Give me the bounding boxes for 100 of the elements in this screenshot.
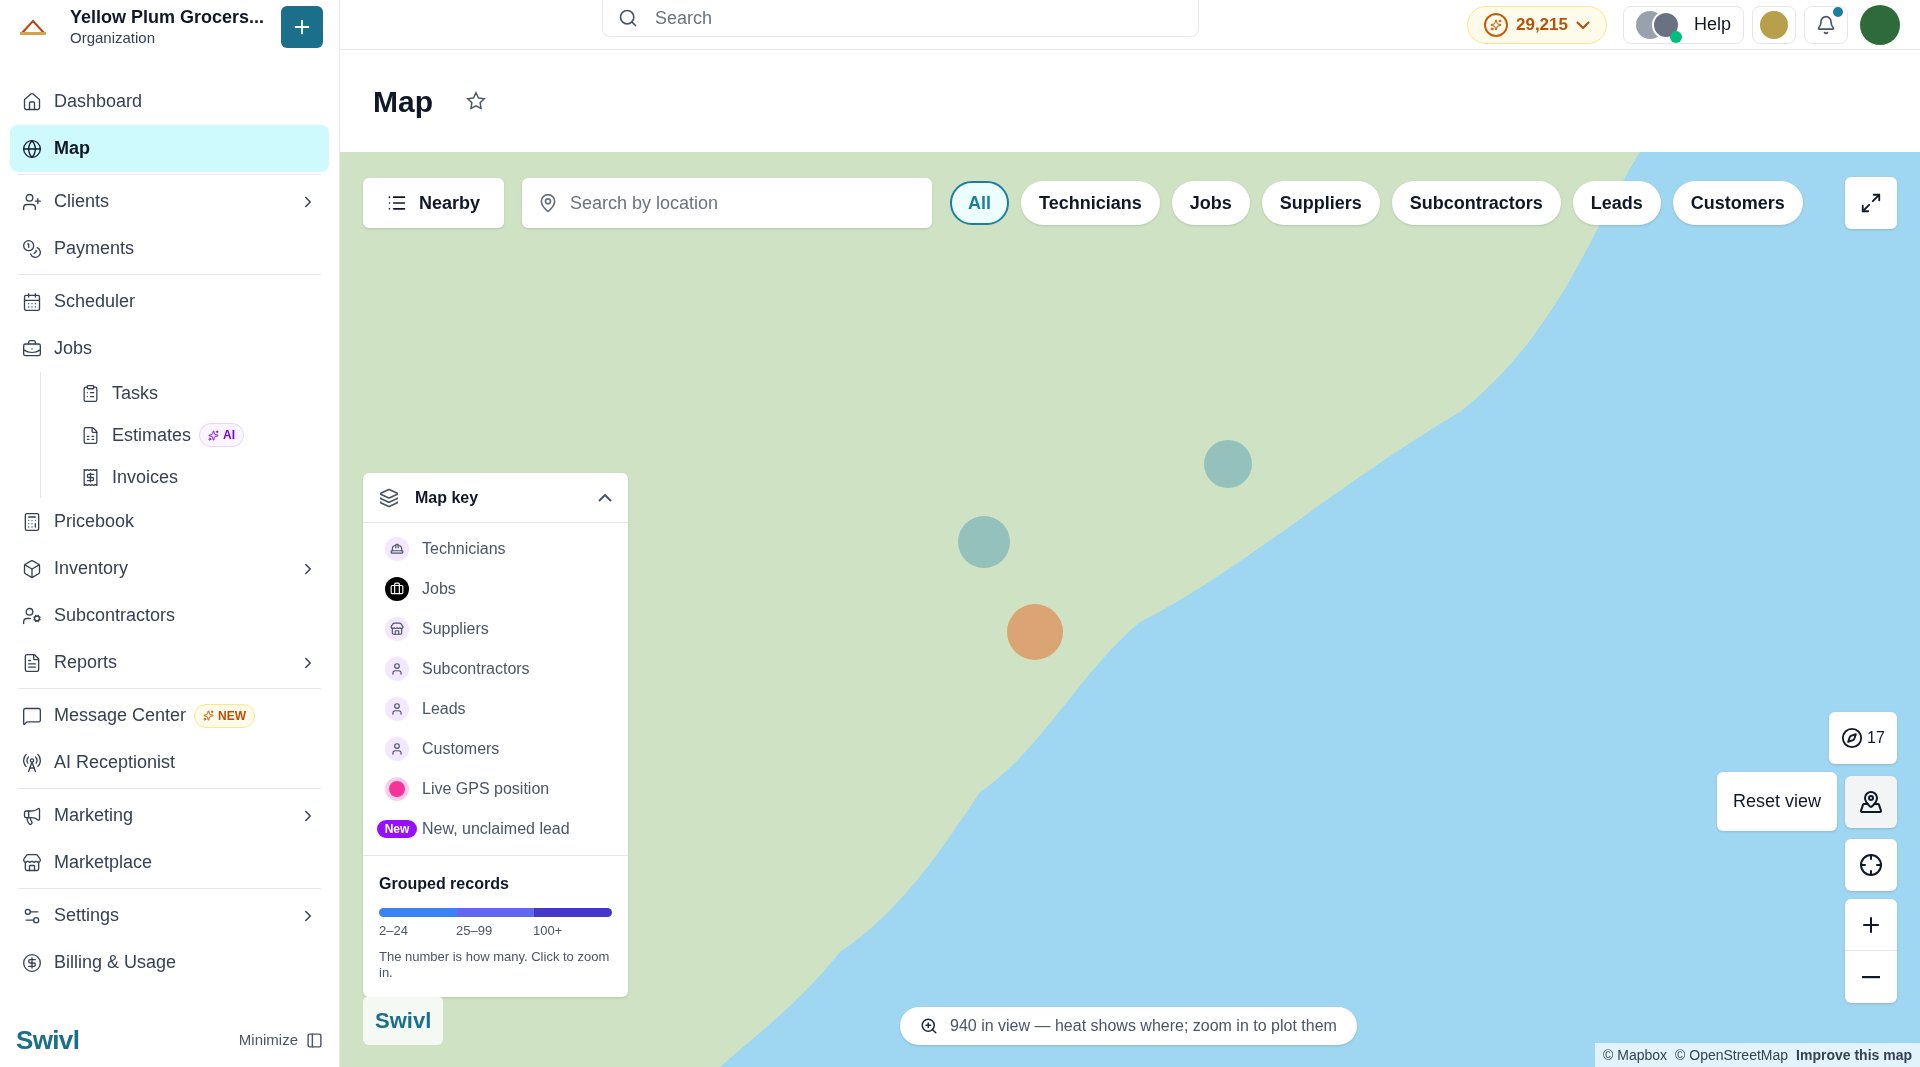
profile-avatar[interactable] xyxy=(1860,4,1900,45)
sidebar-item[interactable]: Inventory xyxy=(10,545,329,592)
bell-icon xyxy=(1816,14,1836,35)
globe-icon xyxy=(22,138,42,159)
store-icon xyxy=(22,852,42,873)
legend-label: Jobs xyxy=(422,579,456,599)
briefcase-icon xyxy=(22,338,42,359)
legend-label: Live GPS position xyxy=(422,779,550,799)
range-label: 100+ xyxy=(533,922,564,940)
filter-chip[interactable]: Leads xyxy=(1572,181,1661,225)
legend-label: Customers xyxy=(422,739,500,759)
megaphone-icon xyxy=(22,805,42,826)
attribution-link[interactable]: © Mapbox xyxy=(1603,1044,1668,1066)
legend-label: Leads xyxy=(422,699,466,719)
sidebar-item[interactable]: AI Receptionist xyxy=(10,739,329,786)
legend-note: The number is how many. Click to zoom in. xyxy=(379,948,611,981)
clipboard-icon xyxy=(81,383,100,403)
legend-label: Technicians xyxy=(422,539,506,559)
sidebar-item[interactable]: Settings xyxy=(10,892,329,939)
crosshair-icon xyxy=(1859,853,1883,877)
calculator-icon xyxy=(22,511,42,532)
filter-chip[interactable]: Technicians xyxy=(1021,181,1160,225)
dollar-icon xyxy=(22,952,42,973)
status-text: 940 in view — heat shows where; zoom in to plot them xyxy=(950,1016,1337,1036)
coins-icon xyxy=(22,238,42,259)
sidebar-item[interactable]: Billing & Usage xyxy=(10,939,329,986)
briefcase-icon xyxy=(385,577,409,601)
brand-logo: Swivl xyxy=(16,1023,80,1057)
sidebar-item[interactable]: Tasks xyxy=(69,372,329,414)
notifications-button[interactable] xyxy=(1804,5,1848,44)
sidebar-item[interactable]: Invoices xyxy=(69,456,329,498)
sidebar-item[interactable]: Estimates AI xyxy=(69,414,329,456)
location-search-field[interactable]: Search by location xyxy=(522,178,933,228)
minus-icon xyxy=(1862,975,1880,979)
person-pin-icon xyxy=(1859,789,1883,814)
sidebar-item[interactable]: Reports xyxy=(10,639,329,686)
sidebar-item[interactable]: Pricebook xyxy=(10,498,329,545)
sidebar-item[interactable]: Payments xyxy=(10,225,329,272)
legend-label: New, unclaimed lead xyxy=(422,819,570,839)
sidebar-item[interactable]: Message Center NEW xyxy=(10,692,329,739)
nearby-button[interactable]: Nearby xyxy=(363,178,505,228)
legend-label: Suppliers xyxy=(422,619,489,639)
hard-hat-icon xyxy=(385,537,409,561)
brand-logo: Swivl xyxy=(363,996,444,1045)
panel-icon xyxy=(306,1031,323,1049)
person-icon xyxy=(385,657,409,681)
attribution-link[interactable]: © OpenStreetMap xyxy=(1675,1044,1789,1066)
credits-button[interactable]: 29,215 xyxy=(1466,5,1607,44)
sidebar-item[interactable]: Marketplace xyxy=(10,839,329,886)
add-button[interactable] xyxy=(281,6,323,48)
person-icon xyxy=(385,697,409,721)
calendar-icon xyxy=(22,291,42,312)
minimize-button[interactable]: Minimize xyxy=(238,1028,323,1052)
sidebar-item[interactable]: Map xyxy=(10,125,329,172)
sidebar-item[interactable]: Clients xyxy=(10,178,329,225)
locate-person-button[interactable] xyxy=(1845,775,1897,828)
chevron-up-icon xyxy=(598,493,612,502)
layers-icon xyxy=(379,487,399,508)
compass-icon xyxy=(1841,727,1864,749)
new-badge: New xyxy=(376,820,418,838)
store-icon xyxy=(385,617,409,641)
filter-chip[interactable]: Customers xyxy=(1672,181,1803,225)
coin-icon xyxy=(1483,12,1508,37)
receipt-icon xyxy=(81,467,100,487)
page-title: Map xyxy=(373,83,433,120)
sidebar-item[interactable]: Subcontractors xyxy=(10,592,329,639)
sidebar-item[interactable]: Dashboard xyxy=(10,78,329,125)
fullscreen-button[interactable] xyxy=(1845,177,1897,229)
sidebar-item[interactable]: Scheduler xyxy=(10,278,329,325)
feature-badge: NEW xyxy=(194,703,256,728)
legend-title: Grouped records xyxy=(379,874,510,894)
zoom-icon xyxy=(920,1017,938,1035)
list-icon xyxy=(387,193,407,213)
chevron-down-icon xyxy=(1575,20,1590,29)
workspace-avatar[interactable] xyxy=(1752,5,1796,44)
improve-map-link[interactable]: Improve this map xyxy=(1796,1044,1912,1066)
filter-chip[interactable]: Suppliers xyxy=(1261,181,1380,225)
filter-chip[interactable]: Subcontractors xyxy=(1391,181,1561,225)
user-plus-icon xyxy=(22,191,42,212)
feature-badge: AI xyxy=(199,423,245,447)
favorite-star-icon[interactable] xyxy=(465,90,487,112)
bearing-button[interactable]: 17 xyxy=(1829,712,1897,764)
sidebar-item[interactable]: Marketing xyxy=(10,792,329,839)
expand-icon xyxy=(1860,192,1882,214)
legend-label: Subcontractors xyxy=(422,659,530,679)
search-field[interactable]: Search xyxy=(602,0,1199,37)
chat-icon xyxy=(22,705,42,726)
organization-name: Yellow Plum Grocers... xyxy=(70,6,265,29)
reset-view-button[interactable]: Reset view xyxy=(1716,772,1837,831)
report-icon xyxy=(22,652,42,673)
help-button[interactable]: Help xyxy=(1622,5,1744,44)
receptionist-icon xyxy=(22,752,42,773)
sidebar-item[interactable]: Jobs xyxy=(10,325,329,372)
map-key-toggle[interactable]: Map key xyxy=(363,473,628,523)
document-icon xyxy=(81,425,100,445)
cube-icon xyxy=(22,558,42,579)
person-icon xyxy=(385,737,409,761)
range-label: 25–99 xyxy=(456,922,494,940)
range-label: 2–24 xyxy=(379,922,409,940)
locate-button[interactable] xyxy=(1845,839,1897,891)
